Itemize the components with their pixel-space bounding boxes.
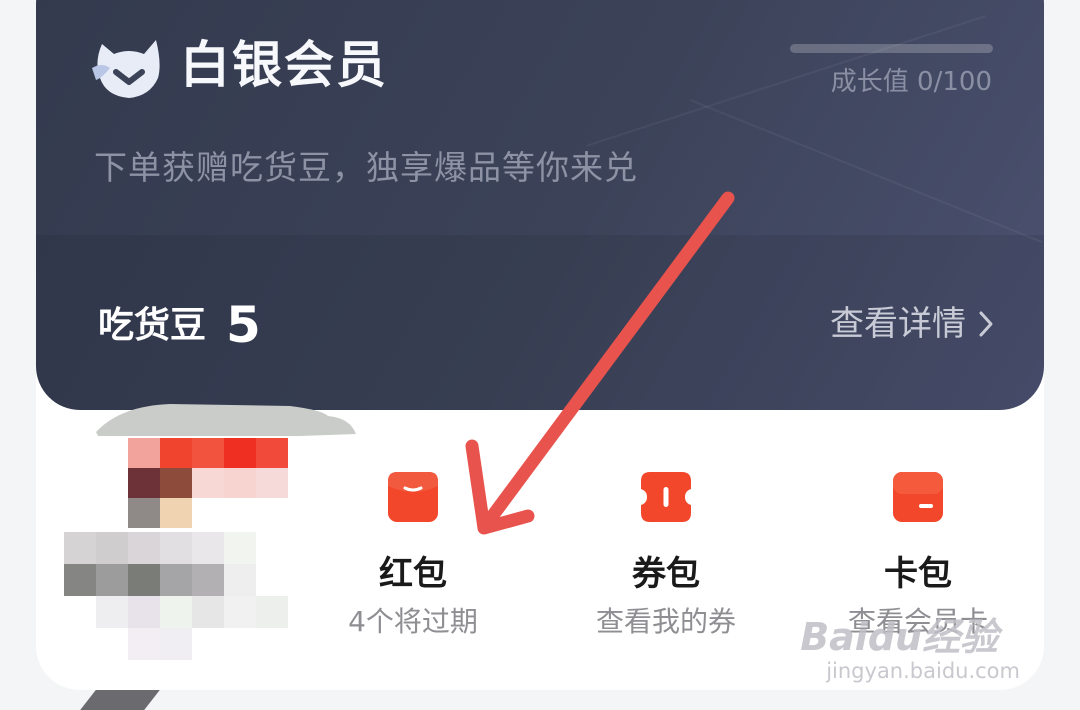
coupon-icon <box>641 472 691 522</box>
card-icon <box>893 472 943 522</box>
quick-entry-title: 红包 <box>379 554 447 594</box>
quick-entry-title: 卡包 <box>884 554 952 594</box>
beans-label: 吃货豆 <box>98 305 207 346</box>
watermark-brand: Baidu经验 <box>800 615 999 659</box>
growth-value-text: 成长值 0/100 <box>830 67 992 97</box>
view-details-label: 查看详情 <box>830 304 966 344</box>
membership-tier-title: 白银会员 <box>180 36 388 94</box>
quick-entry-subtitle: 查看我的券 <box>595 605 736 638</box>
decorative-line <box>689 98 1043 244</box>
quick-entry-title: 券包 <box>632 554 700 594</box>
crown-shield-icon <box>92 40 160 98</box>
red-packet-icon <box>388 472 438 522</box>
quick-entry-subtitle: 4个将过期 <box>348 605 478 638</box>
bottom-edge-shape <box>80 690 160 710</box>
growth-progress-bar <box>790 44 993 53</box>
beans-count: 5 <box>226 296 261 354</box>
view-details-link[interactable]: 查看详情 <box>830 300 994 348</box>
chevron-right-icon <box>979 311 993 337</box>
watermark: Baidu经验 jingyan.baidu.com <box>800 616 1020 684</box>
member-benefit-subtitle: 下单获赠吃货豆，独享爆品等你来兑 <box>94 148 638 187</box>
quick-entry-red-packet[interactable]: 红包 4个将过期 <box>298 470 528 642</box>
watermark-url: jingyan.baidu.com <box>826 659 1020 683</box>
quick-entry-coupons[interactable]: 券包 查看我的券 <box>551 470 781 642</box>
